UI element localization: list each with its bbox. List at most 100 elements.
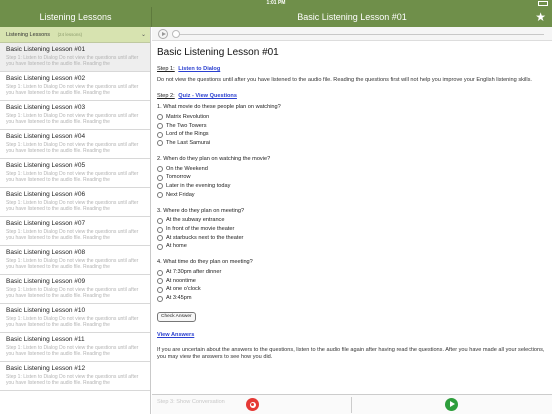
answer-option[interactable]: The Two Towers [157,122,547,131]
radio-button[interactable] [157,183,163,190]
view-questions-link[interactable]: Quiz - View Questions [178,93,237,99]
quiz-questions: 1. What movie do these people plan on wa… [157,104,547,303]
step-3-faded: Step 3: Show Conversation [157,399,225,405]
lesson-list-item[interactable]: Basic Listening Lesson #09 Step 1: Listen… [0,275,150,304]
lesson-title: Basic Listening Lesson #11 [6,336,85,343]
right-nav-title: Basic Listening Lesson #01 [297,12,407,22]
lesson-title: Basic Listening Lesson #04 [6,133,86,140]
filter-count: (24 lessons) [57,32,83,37]
audio-scrubber-knob[interactable] [172,30,180,38]
answer-option[interactable]: Later in the evening today [157,182,547,191]
question-block: 1. What movie do these people plan on wa… [157,104,547,148]
answer-option[interactable]: Tomorrow [157,173,547,182]
lesson-title: Basic Listening Lesson #10 [6,307,86,314]
answer-option[interactable]: At noontime [157,277,547,286]
view-answers-link[interactable]: View Answers [157,332,547,339]
radio-button[interactable] [157,131,163,138]
lesson-heading: Basic Listening Lesson #01 [157,47,279,58]
answer-option[interactable]: At starbucks next to the theater [157,234,547,243]
radio-button[interactable] [157,278,163,285]
radio-button[interactable] [157,217,163,224]
radio-button[interactable] [157,286,163,293]
radio-button[interactable] [157,269,163,276]
answer-option[interactable]: At 3:45pm [157,294,547,303]
answer-label: At 7:30pm after dinner [166,269,222,276]
radio-button[interactable] [157,243,163,250]
navigation-bar: Listening Lessons Basic Listening Lesson… [0,7,552,27]
lesson-list-item[interactable]: Basic Listening Lesson #04 Step 1: Listen… [0,130,150,159]
lesson-list-item[interactable]: Basic Listening Lesson #05 Step 1: Listen… [0,159,150,188]
lesson-description: Step 1: Listen to Dialog Do not view the… [6,200,139,212]
lesson-detail-pane: Basic Listening Lesson #01 Step 1: Liste… [152,27,552,414]
star-icon[interactable]: ★ [535,9,546,25]
chevron-down-icon: ⌄ [140,32,146,38]
lesson-description: Step 1: Listen to Dialog Do not view the… [6,287,139,299]
lesson-description: Step 1: Listen to Dialog Do not view the… [6,113,139,125]
answer-option[interactable]: At home [157,243,547,252]
lesson-title: Basic Listening Lesson #07 [6,220,86,227]
lesson-list-item[interactable]: Basic Listening Lesson #07 Step 1: Listen… [0,217,150,246]
question-text: 2. When do they plan on watching the mov… [157,155,271,162]
answer-label: At noontime [166,277,196,284]
listen-to-dialog-link[interactable]: Listen to Dialog [178,66,220,72]
answer-option[interactable]: At the subway entrance [157,217,547,226]
lesson-list-item[interactable]: Basic Listening Lesson #03 Step 1: Listen… [0,101,150,130]
answer-label: The Two Towers [166,122,207,129]
lesson-description: Step 1: Listen to Dialog Do not view the… [6,142,139,154]
step-1-label: Step 1: [157,66,175,72]
radio-button[interactable] [157,235,163,242]
radio-button[interactable] [157,174,163,181]
play-icon[interactable] [445,398,458,411]
step-2-label: Step 2: [157,93,175,99]
bottom-toolbar: Step 3: Show Conversation [152,394,552,414]
question-block: 4. What time do they plan on meeting? At … [157,259,547,303]
lesson-list-pane: Listening Lessons (24 lessons) ⌄ Basic L… [0,27,151,414]
record-icon[interactable] [246,398,259,411]
answer-label: Next Friday [166,191,195,198]
lesson-list-item[interactable]: Basic Listening Lesson #12 Step 1: Listen… [0,362,150,391]
answer-label: The Last Samurai [166,139,211,146]
lesson-description: Step 1: Listen to Dialog Do not view the… [6,345,139,357]
radio-button[interactable] [157,123,163,130]
radio-button[interactable] [157,226,163,233]
lesson-list-item[interactable]: Basic Listening Lesson #11 Step 1: Listen… [0,333,150,362]
answer-label: Tomorrow [166,174,191,181]
answer-label: Later in the evening today [166,182,231,189]
status-bar: 1:01 PM [0,0,552,7]
answer-option[interactable]: At 7:30pm after dinner [157,268,547,277]
radio-button[interactable] [157,295,163,302]
battery-icon [538,1,548,6]
answer-label: Matrix Revolution [166,113,210,120]
check-answer-button[interactable]: Check Answer [157,312,196,322]
radio-button[interactable] [157,140,163,147]
answer-option[interactable]: On the Weekend [157,165,547,174]
lesson-list-item[interactable]: Basic Listening Lesson #06 Step 1: Listen… [0,188,150,217]
lesson-description: Step 1: Listen to Dialog Do not view the… [6,316,139,328]
answer-label: At starbucks next to the theater [166,234,244,241]
answer-label: Lord of the Rings [166,131,209,138]
radio-button[interactable] [157,114,163,121]
radio-button[interactable] [157,192,163,199]
app: 1:01 PM Listening Lessons Basic Listenin… [0,0,552,414]
answer-option[interactable]: The Last Samurai [157,139,547,148]
lesson-description: Step 1: Listen to Dialog Do not view the… [6,258,139,270]
answer-option[interactable]: Next Friday [157,191,547,200]
lesson-list: Basic Listening Lesson #01 Step 1: Listen… [0,43,150,391]
category-filter[interactable]: Listening Lessons (24 lessons) ⌄ [0,27,150,43]
answer-option[interactable]: Lord of the Rings [157,130,547,139]
lesson-description: Step 1: Listen to Dialog Do not view the… [6,374,139,386]
play-icon[interactable] [158,29,168,39]
lesson-list-item[interactable]: Basic Listening Lesson #08 Step 1: Listen… [0,246,150,275]
lesson-list-item[interactable]: Basic Listening Lesson #10 Step 1: Listen… [0,304,150,333]
status-time: 1:01 PM [266,0,286,6]
answer-option[interactable]: Matrix Revolution [157,113,547,122]
left-nav-title: Listening Lessons [39,12,112,22]
answer-option[interactable]: At one o'clock [157,286,547,295]
audio-progress-track[interactable] [174,34,544,35]
lesson-list-item[interactable]: Basic Listening Lesson #01 Step 1: Listen… [0,43,150,72]
lesson-list-item[interactable]: Basic Listening Lesson #02 Step 1: Listen… [0,72,150,101]
lesson-title: Basic Listening Lesson #01 [6,46,86,53]
answer-option[interactable]: In front of the movie theater [157,225,547,234]
lesson-title: Basic Listening Lesson #06 [6,191,86,198]
radio-button[interactable] [157,166,163,173]
